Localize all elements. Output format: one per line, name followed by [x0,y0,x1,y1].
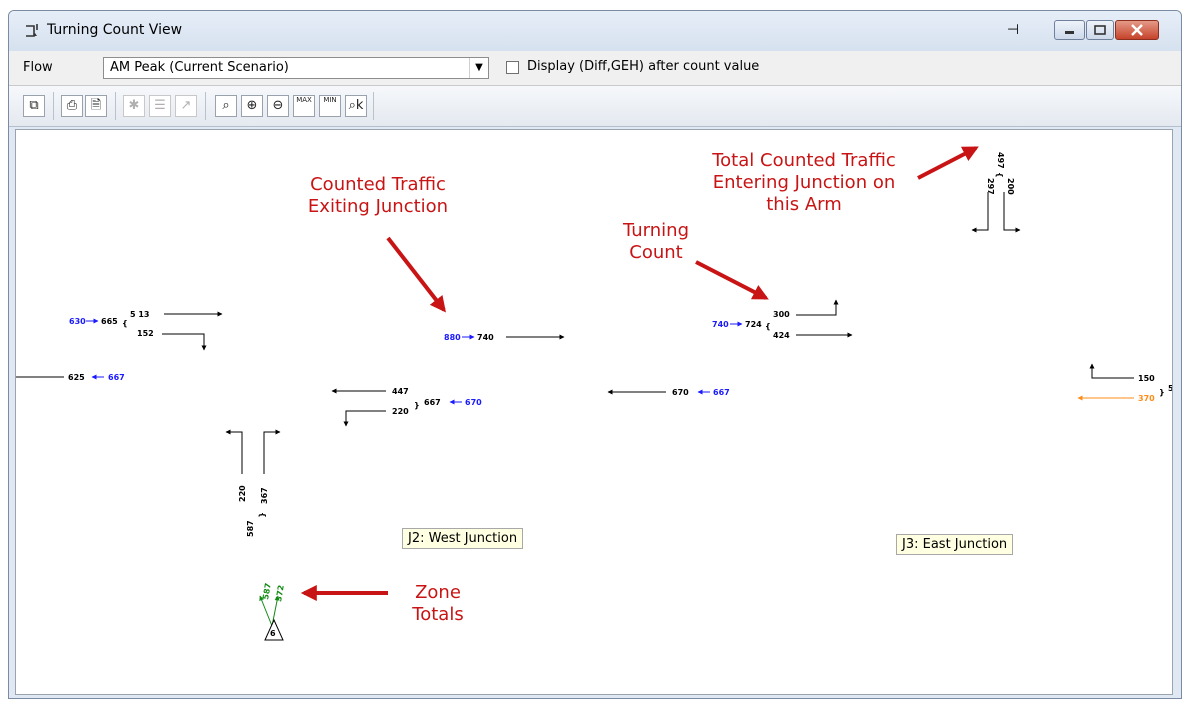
network-diagram[interactable]: 630 665 { 5 13 152 625 667 880 740 447 2… [16,130,1172,694]
zoom-max-button[interactable]: MAX [293,95,315,117]
west-arm: 630 665 { 5 13 152 625 667 [16,310,223,382]
middle-link: 880 740 [444,333,565,342]
new-item-button[interactable]: ✱ [123,95,145,117]
j3-west-approach: 740 724 { 300 424 [712,299,853,340]
brace: { [765,322,771,331]
turning-annotation-arrow [695,260,769,300]
toolbar: ⧉ ⎙ 🗎 ✱ ☰ ↗ ⌕ ⊕ ⊖ MAX MIN ⌕k [9,86,1181,127]
turning-count-window: Turning Count View ⊣ Flow AM Peak (Curre… [8,10,1182,699]
count-label: 520 [1168,384,1172,393]
j3-north-approach: 497 { 297 200 [971,152,1021,233]
count-label: 740 [712,320,729,329]
count-label: 667 [713,388,730,397]
title-bar[interactable]: Turning Count View ⊣ [9,11,1181,51]
zoom-in-button[interactable]: ⊕ [241,95,263,117]
count-label: 220 [238,485,247,502]
count-label: 447 [392,387,409,396]
turning-count-app-icon [26,24,38,37]
zoom-out-button[interactable]: ⊖ [267,95,289,117]
turning-annotation: Turning Count [616,220,696,264]
brace: { [258,512,267,518]
turning-annotation-text: Turning Count [623,220,689,263]
entering-annotation-arrow [917,146,979,180]
exiting-annotation: Counted Traffic Exiting Junction [302,174,454,218]
count-label: 300 [773,310,790,319]
flow-dropdown[interactable]: AM Peak (Current Scenario) ▼ [103,57,489,79]
count-label: 724 [745,320,762,329]
count-label: 670 [672,388,689,397]
print-button[interactable]: ⎙ [61,95,83,117]
count-label: 740 [477,333,494,342]
display-diff-geh-label[interactable]: Display (Diff,GEH) after count value [527,59,759,74]
count-label: 152 [137,329,154,338]
maximize-icon [1094,25,1106,35]
zone-annotation: Zone Totals [398,582,478,626]
j3-west-exit: 670 667 [607,388,730,397]
brace: { [995,172,1004,178]
toolbar-separator [53,92,54,120]
close-icon [1131,24,1143,36]
east-junction-label[interactable]: J3: East Junction [896,534,1014,555]
count-label: 424 [773,331,790,340]
east-arm: 150 370 } 520 [1077,363,1172,403]
zoom-window-button[interactable]: ⌕k [345,95,367,117]
toolbar-separator [373,92,374,120]
zoom-fit-button[interactable]: ⌕ [215,95,237,117]
minimize-icon [1065,31,1074,34]
count-label: 667 [424,398,441,407]
count-label: 880 [444,333,461,342]
count-label: 625 [68,373,85,382]
layout-button[interactable]: ⧉ [23,95,45,117]
edit-item-button[interactable]: ☰ [149,95,171,117]
count-label: 497 [996,152,1005,169]
count-label: 587 [261,582,273,600]
flow-dropdown-value: AM Peak (Current Scenario) [110,60,289,75]
export-item-button[interactable]: ↗ [175,95,197,117]
brace: { [122,319,128,328]
zone-id: 6 [270,629,276,638]
exiting-annotation-arrow [386,236,446,313]
j2-south-approach: 220 367 { 587 [225,429,281,537]
count-label: 220 [392,407,409,416]
pin-icon[interactable]: ⊣ [1003,21,1023,39]
flow-label: Flow [23,60,53,75]
count-label: 297 [986,178,995,195]
entering-annotation: Total Counted Traffic Entering Junction … [694,150,914,216]
count-label: 150 [1138,374,1155,383]
count-label: 5 13 [130,310,149,319]
brace: } [1159,388,1165,397]
print-preview-button[interactable]: 🗎 [85,95,107,117]
count-label: 630 [69,317,86,326]
minimize-button[interactable] [1054,20,1085,40]
zoom-min-button[interactable]: MIN [319,95,341,117]
count-label: 667 [108,373,125,382]
close-button[interactable] [1115,20,1159,40]
j2-east-approach: 447 220 } 667 670 [331,387,482,427]
brace: } [414,401,420,410]
zone-annotation-text: Zone Totals [412,582,464,625]
chevron-down-icon[interactable]: ▼ [469,58,488,78]
count-label: 370 [1138,394,1155,403]
exiting-annotation-text: Counted Traffic Exiting Junction [307,174,449,217]
maximize-button[interactable] [1086,20,1114,40]
west-junction-label[interactable]: J2: West Junction [402,528,524,549]
network-canvas[interactable]: 630 665 { 5 13 152 625 667 880 740 447 2… [15,129,1173,695]
count-label: 665 [101,317,118,326]
toolbar-separator [205,92,206,120]
count-label: 367 [260,487,269,504]
display-diff-geh-checkbox[interactable] [506,61,519,74]
toolbar-separator [115,92,116,120]
zone-centroid[interactable]: 587 372 6 [259,582,286,641]
window-title: Turning Count View [47,22,183,38]
count-label: 372 [274,584,286,602]
count-label: 200 [1006,178,1015,195]
entering-annotation-text: Total Counted Traffic Entering Junction … [712,150,896,215]
count-label: 587 [246,520,255,537]
count-label: 670 [465,398,482,407]
options-bar: Flow AM Peak (Current Scenario) ▼ Displa… [9,51,1181,86]
